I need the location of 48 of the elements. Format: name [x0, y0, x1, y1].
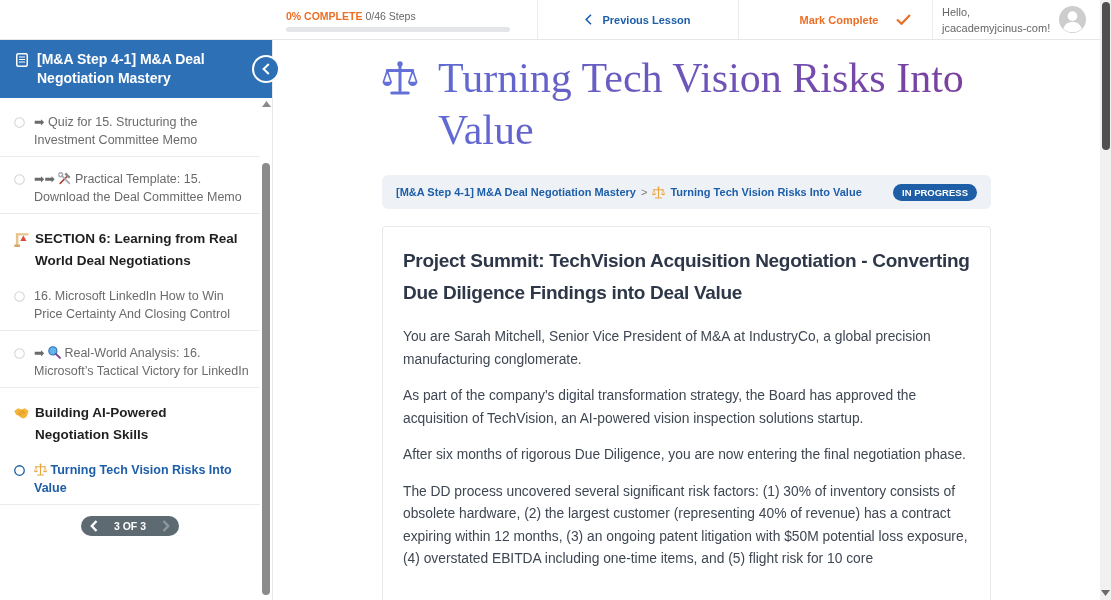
lesson-title: Turning Tech Vision Risks Into Value: [438, 54, 965, 155]
article-paragraph: As part of the company's digital transformation strategy, the Board has approved the acquisition of TechVision, an AI-powered vision inspection solutions startup.: [403, 387, 918, 428]
document-icon: [16, 53, 28, 67]
chevron-left-icon: [585, 14, 593, 25]
user-name: jcacademyjcinus-com!: [942, 20, 1051, 36]
lesson-link[interactable]: ➡ Quiz for 15. Structuring the Investment Committee Memo: [0, 100, 260, 157]
magnifier-icon: [47, 346, 61, 359]
scroll-up-arrow[interactable]: [261, 101, 271, 107]
article-paragraph: After six months of rigorous Due Diligence, you are now entering the final negotiation phase.: [403, 446, 967, 464]
article-paragraph: You are Sarah Mitchell, Senior Vice President of M&A at IndustryCo, a global precision manufacturing conglomerate.: [403, 328, 932, 369]
breadcrumb-separator: >: [641, 186, 648, 198]
breadcrumb-link[interactable]: Turning Tech Vision Risks Into Value: [670, 186, 862, 198]
status-badge: IN PROGRESS: [893, 183, 977, 201]
section-heading: Building AI-Powered Negotiation Skills: [35, 404, 168, 444]
radio-icon: [14, 464, 25, 476]
radio-icon: [14, 173, 25, 185]
lesson-link[interactable]: Turning Tech Vision Risks Into Value: [0, 448, 260, 505]
article-heading: Project Summit: TechVision Acquisition Negotiation - Converting Due Diligence Findings into Deal Value: [403, 249, 970, 305]
course-title: [M&A Step 4-1] M&A Deal Negotiation Mastery: [37, 50, 206, 88]
scales-icon: [34, 463, 47, 476]
scales-icon: [652, 185, 666, 199]
chevron-left-icon: [89, 520, 98, 532]
page-scrollbar-thumb[interactable]: [1101, 2, 1110, 150]
chevron-left-icon: [262, 63, 270, 75]
collapse-sidebar-button[interactable]: [252, 55, 280, 83]
scroll-down-arrow[interactable]: [1101, 590, 1110, 596]
radio-icon: [14, 116, 25, 128]
scales-icon: [382, 60, 418, 96]
breadcrumb-link[interactable]: [M&A Step 4-1] M&A Deal Negotiation Mastery: [396, 186, 636, 198]
handshake-icon: [14, 405, 29, 421]
page-indicator: 3 OF 3: [112, 520, 148, 532]
radio-icon: [14, 290, 25, 302]
radio-icon: [14, 347, 25, 359]
check-icon: [896, 14, 912, 25]
mark-complete-button[interactable]: Mark Complete: [795, 9, 916, 30]
lesson-link[interactable]: ➡ Real-World Analysis: 16. Microsoft’s Tactical Victory for LinkedIn: [0, 331, 260, 388]
article-paragraph: The DD process uncovered several significant risk factors: (1) 30% of inventory consists of obsolete hardware, (2) the largest customer (representing 40% of revenue) has a contract expiring within 12 months, (3) an ongoing patent litigation with $50M potential loss exposure, (4) overstated EBITDA including one-time items, and (5) flight risk for 10 core: [403, 482, 969, 568]
section-heading: SECTION 6: Learning from Real World Deal Negotiations: [35, 230, 239, 270]
lesson-link[interactable]: 16. Microsoft LinkedIn How to Win Price Certainty And Closing Control: [0, 274, 260, 331]
chevron-right-icon: [162, 520, 171, 532]
lesson-link[interactable]: ➡➡ Practical Template: 15. Download the Deal Committee Memo: [0, 157, 260, 214]
scrollbar-thumb[interactable]: [262, 163, 270, 595]
hammer-wrench-icon: [58, 172, 72, 185]
progress-percent: 0% COMPLETE: [286, 9, 363, 23]
previous-lesson-link[interactable]: Previous Lesson: [583, 9, 693, 30]
progress-steps: 0/46 Steps: [365, 9, 416, 23]
crane-icon: [14, 231, 29, 247]
greeting-text: Hello,: [942, 4, 972, 20]
